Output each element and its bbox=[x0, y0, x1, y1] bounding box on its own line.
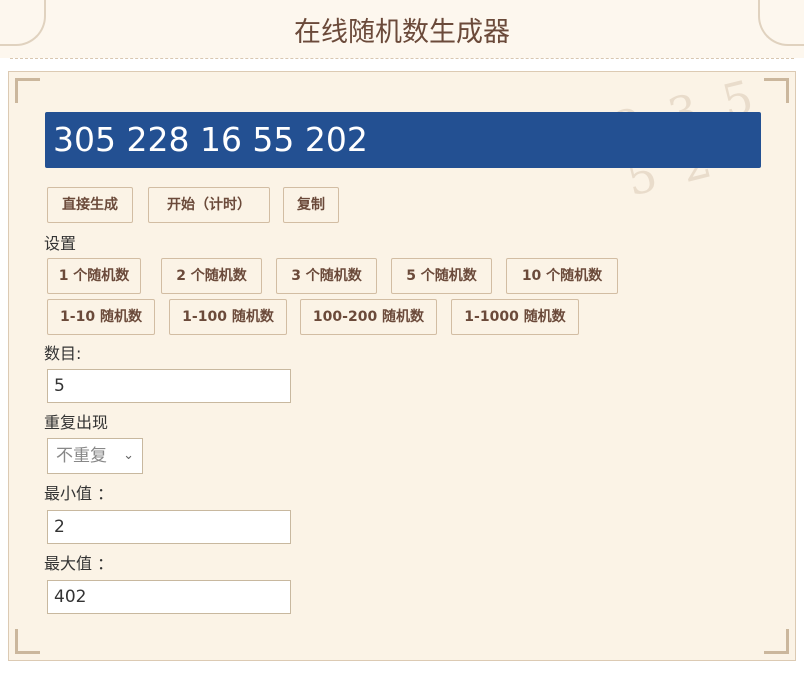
chevron-down-icon: ⌄ bbox=[123, 448, 134, 463]
preset-3-numbers-button[interactable]: 3 个随机数 bbox=[276, 258, 377, 294]
frame-corner-icon bbox=[764, 78, 789, 103]
range-1-100-button[interactable]: 1-100 随机数 bbox=[169, 299, 287, 335]
title-divider bbox=[10, 58, 794, 59]
count-input[interactable]: 5 bbox=[47, 369, 291, 403]
numbers-watermark-icon: 2 3 55 2 7 bbox=[608, 68, 776, 207]
frame-corner-icon bbox=[15, 629, 40, 654]
result-display: 305 228 16 55 202 bbox=[45, 112, 761, 168]
start-timer-button[interactable]: 开始（计时） bbox=[148, 187, 270, 223]
min-label: 最小值 ： bbox=[44, 484, 114, 503]
copy-button[interactable]: 复制 bbox=[283, 187, 339, 223]
repeat-select-value: 不重复 bbox=[56, 446, 107, 466]
page-title: 在线随机数生成器 bbox=[0, 0, 804, 58]
count-label: 数目: bbox=[44, 344, 82, 363]
repeat-label: 重复出现 bbox=[44, 413, 109, 432]
frame-corner-icon bbox=[764, 629, 789, 654]
range-100-200-button[interactable]: 100-200 随机数 bbox=[300, 299, 437, 335]
preset-10-numbers-button[interactable]: 10 个随机数 bbox=[506, 258, 618, 294]
settings-heading: 设置 bbox=[44, 234, 77, 253]
min-value-input[interactable]: 2 bbox=[47, 510, 291, 544]
preset-1-numbers-button[interactable]: 1 个随机数 bbox=[47, 258, 141, 294]
generator-panel: 2 3 55 2 7 305 228 16 55 202 直接生成 开始（计时）… bbox=[8, 68, 796, 661]
max-value-input[interactable]: 402 bbox=[47, 580, 291, 614]
frame-corner-icon bbox=[15, 78, 40, 103]
range-1-10-button[interactable]: 1-10 随机数 bbox=[47, 299, 155, 335]
generate-button[interactable]: 直接生成 bbox=[47, 187, 133, 223]
range-1-1000-button[interactable]: 1-1000 随机数 bbox=[451, 299, 579, 335]
repeat-select[interactable]: 不重复 ⌄ bbox=[47, 438, 143, 474]
preset-5-numbers-button[interactable]: 5 个随机数 bbox=[391, 258, 492, 294]
preset-2-numbers-button[interactable]: 2 个随机数 bbox=[161, 258, 262, 294]
max-label: 最大值 ： bbox=[44, 554, 114, 573]
